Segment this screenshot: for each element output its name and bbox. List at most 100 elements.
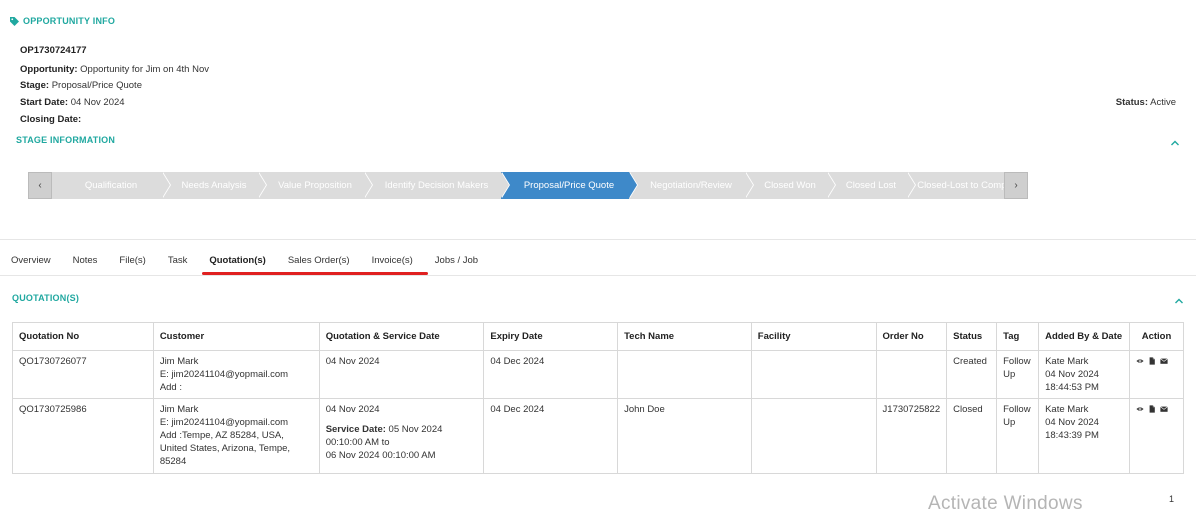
col-facility[interactable]: Facility <box>750 322 877 351</box>
facility-cell <box>750 350 877 399</box>
col-tag[interactable]: Tag <box>996 322 1040 351</box>
expiry-date-cell: 04 Dec 2024 <box>483 398 619 474</box>
stage-progress-bar: ‹ Qualification Needs Analysis Value Propo… <box>28 172 1028 199</box>
stage-closed-lost[interactable]: Closed Lost <box>827 172 916 199</box>
service-date-label: Service Date: <box>325 424 386 435</box>
start-date-line: Start Date: 04 Nov 2024 <box>20 97 125 108</box>
opportunity-line: Opportunity: Opportunity for Jim on 4th … <box>20 64 209 75</box>
added-date: 04 Nov 2024 <box>1045 369 1099 380</box>
stage-identify-decision-makers[interactable]: Identify Decision Makers <box>364 172 510 199</box>
col-added-by-date[interactable]: Added By & Date <box>1038 322 1130 351</box>
closing-date-label: Closing Date: <box>20 114 82 125</box>
stage-negotiation-review[interactable]: Negotiation/Review <box>629 172 754 199</box>
opportunity-label: Opportunity: <box>20 64 78 75</box>
opportunity-info-title: OPPORTUNITY INFO <box>23 16 116 26</box>
table-header-row: Quotation No Customer Quotation & Servic… <box>12 322 1185 351</box>
col-action: Action <box>1128 322 1185 351</box>
col-status[interactable]: Status <box>946 322 998 351</box>
stage-needs-analysis[interactable]: Needs Analysis <box>162 172 267 199</box>
page-number[interactable]: 1 <box>1169 494 1174 504</box>
stage-value-proposition[interactable]: Value Proposition <box>258 172 373 199</box>
stage-prev-button[interactable]: ‹ <box>28 172 52 199</box>
chevron-up-icon[interactable] <box>1174 296 1184 306</box>
closing-date-line: Closing Date: <box>20 114 81 125</box>
envelope-icon[interactable] <box>1160 405 1168 413</box>
service-date-line: Service Date: 05 Nov 2024 <box>326 423 478 436</box>
stage-next-button[interactable]: › <box>1004 172 1028 199</box>
tab-file-s[interactable]: File(s) <box>108 254 156 276</box>
stage-label: Stage: <box>20 80 50 91</box>
customer-name: Jim Mark <box>159 356 199 367</box>
document-icon[interactable] <box>1148 405 1156 413</box>
order-no-cell <box>875 350 948 399</box>
tab-overview[interactable]: Overview <box>0 254 62 276</box>
stage-closed-won[interactable]: Closed Won <box>745 172 836 199</box>
added-by-name: Kate Mark <box>1045 356 1089 367</box>
table-row: QO1730726077 Jim Mark E: jim20241104@yop… <box>12 350 1185 399</box>
stage-proposal-price-quote[interactable]: Proposal/Price Quote <box>501 172 638 199</box>
quotation-date-cell: 04 Nov 2024 <box>318 350 485 399</box>
col-quotation-no[interactable]: Quotation No <box>12 322 154 351</box>
col-expiry-date[interactable]: Expiry Date <box>483 322 619 351</box>
customer-address: Add : <box>159 382 182 393</box>
col-customer[interactable]: Customer <box>152 322 320 351</box>
added-time: 18:44:53 PM <box>1045 382 1099 393</box>
customer-email: E: jim20241104@yopmail.com <box>159 417 289 428</box>
status-cell: Closed <box>946 398 998 474</box>
opportunity-value: Opportunity for Jim on 4th Nov <box>80 64 209 75</box>
action-cell <box>1128 398 1185 474</box>
stage-list: Qualification Needs Analysis Value Proposi… <box>52 172 1004 199</box>
quotation-date: 04 Nov 2024 <box>325 404 380 415</box>
service-date-value: 05 Nov 2024 <box>388 424 443 435</box>
stage-closed-lost-to-competition[interactable]: Closed-Lost to Competition <box>907 172 1004 199</box>
tech-name-cell: John Doe <box>617 398 752 474</box>
action-cell <box>1128 350 1185 399</box>
expiry-date-cell: 04 Dec 2024 <box>483 350 619 399</box>
service-time-from: 00:10:00 AM to <box>325 437 390 448</box>
quotations-table: Quotation No Customer Quotation & Servic… <box>12 322 1185 474</box>
quotation-date-cell: 04 Nov 2024 Service Date: 05 Nov 2024 00… <box>318 398 485 474</box>
added-by-name: Kate Mark <box>1045 404 1089 415</box>
status-line: Status: Active <box>1116 97 1176 108</box>
tag-cell: Follow Up <box>996 398 1040 474</box>
quotation-no-cell[interactable]: QO1730725986 <box>12 398 154 474</box>
eye-icon[interactable] <box>1136 405 1144 413</box>
col-order-no[interactable]: Order No <box>875 322 948 351</box>
tab-notes[interactable]: Notes <box>62 254 109 276</box>
added-date: 04 Nov 2024 <box>1045 417 1099 428</box>
eye-icon[interactable] <box>1136 357 1144 365</box>
envelope-icon[interactable] <box>1160 357 1168 365</box>
tag-icon <box>10 16 19 26</box>
added-time: 18:43:39 PM <box>1045 430 1099 441</box>
stage-line: Stage: Proposal/Price Quote <box>20 80 142 91</box>
start-date-value: 04 Nov 2024 <box>70 97 125 108</box>
start-date-label: Start Date: <box>20 97 69 108</box>
activate-windows-watermark: Activate Windows <box>928 493 1083 512</box>
tab-task[interactable]: Task <box>157 254 199 276</box>
col-tech-name[interactable]: Tech Name <box>617 322 752 351</box>
divider <box>0 275 1196 276</box>
added-by-cell: Kate Mark 04 Nov 2024 18:43:39 PM <box>1038 398 1130 474</box>
stage-value: Proposal/Price Quote <box>51 80 142 91</box>
customer-name: Jim Mark <box>159 404 199 415</box>
service-time-to: 06 Nov 2024 00:10:00 AM <box>325 450 436 461</box>
status-value: Active <box>1150 97 1176 108</box>
opportunity-info-header: OPPORTUNITY INFO <box>10 16 115 26</box>
quotation-no-cell[interactable]: QO1730726077 <box>12 350 154 399</box>
stage-information-header: STAGE INFORMATION <box>16 135 116 145</box>
customer-email: E: jim20241104@yopmail.com <box>159 369 289 380</box>
chevron-up-icon[interactable] <box>1170 138 1180 148</box>
tag-cell: Follow Up <box>996 350 1040 399</box>
customer-address: Add :Tempe, AZ 85284, USA, United States… <box>159 430 291 467</box>
stage-qualification[interactable]: Qualification <box>52 172 171 199</box>
order-no-cell[interactable]: J1730725822 <box>875 398 948 474</box>
tab-jobs-job[interactable]: Jobs / Job <box>424 254 489 276</box>
quotations-header: QUOTATION(S) <box>12 293 80 303</box>
status-label: Status: <box>1115 97 1148 108</box>
table-row: QO1730725986 Jim Mark E: jim20241104@yop… <box>12 398 1185 474</box>
document-icon[interactable] <box>1148 357 1156 365</box>
col-quotation-service-date[interactable]: Quotation & Service Date <box>318 322 485 351</box>
customer-cell: Jim Mark E: jim20241104@yopmail.com Add … <box>152 398 320 474</box>
divider <box>0 239 1196 240</box>
quotation-date: 04 Nov 2024 <box>325 356 380 367</box>
